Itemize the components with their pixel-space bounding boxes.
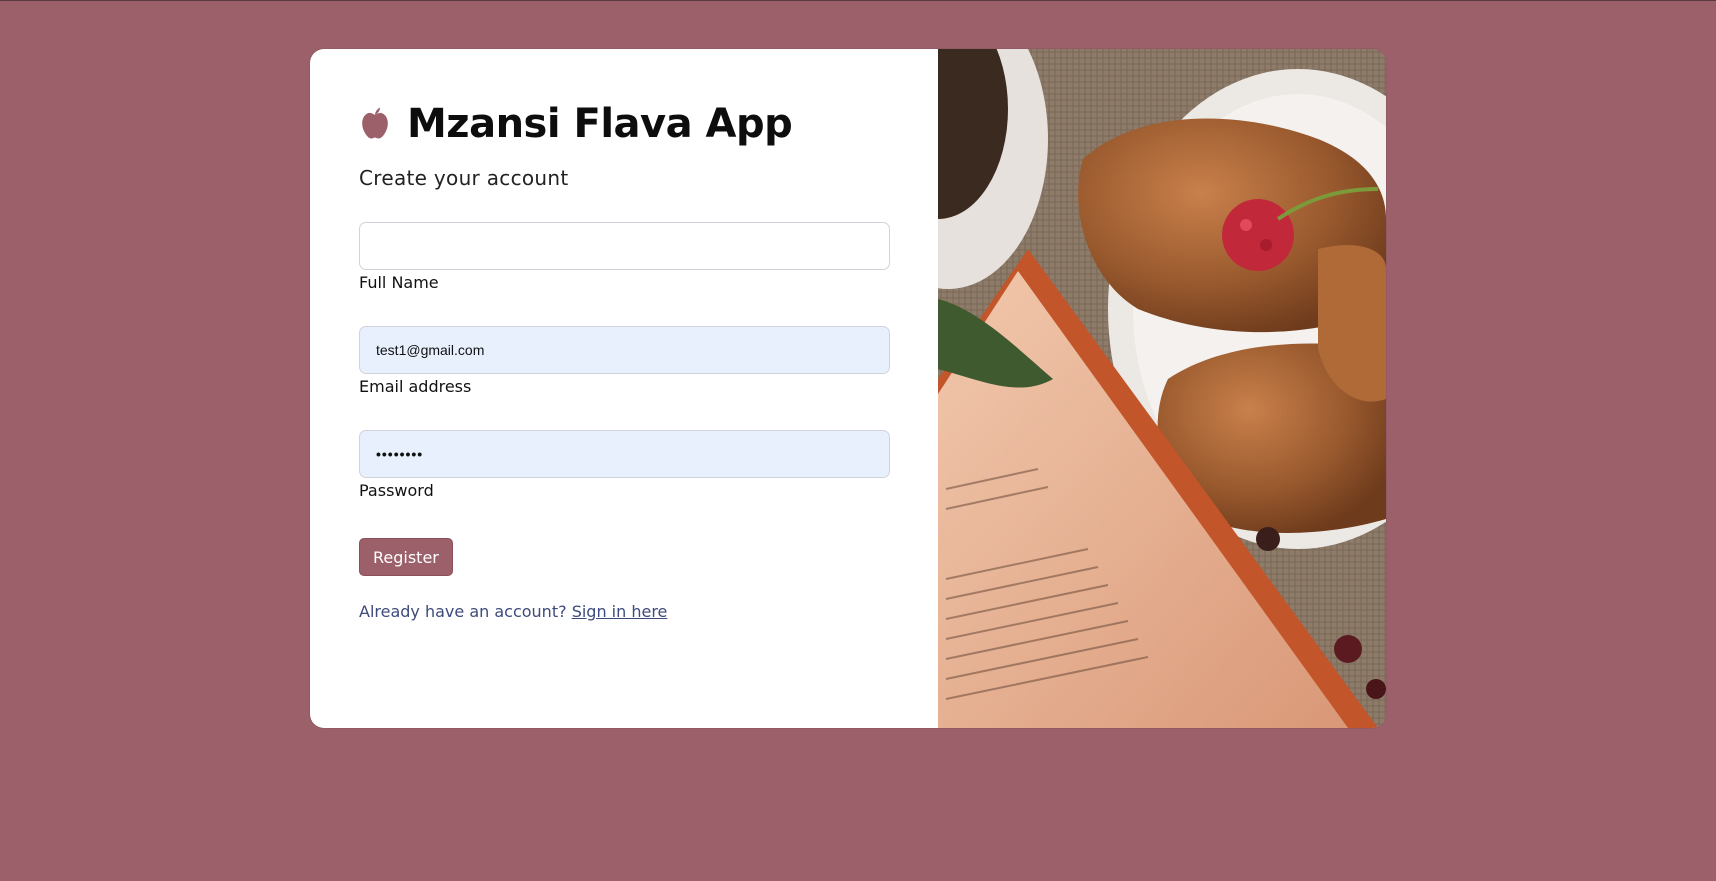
signin-prompt: Already have an account? Sign in here [359,602,667,621]
full-name-label: Full Name [359,273,439,292]
app-title: Mzansi Flava App [407,101,793,147]
sign-in-link[interactable]: Sign in here [572,602,668,621]
brand-header: Mzansi Flava App [359,101,793,147]
email-group: Email address [359,326,890,396]
email-label: Email address [359,377,472,396]
full-name-group: Full Name [359,222,890,292]
full-name-input[interactable] [359,222,890,270]
register-card: Mzansi Flava App Create your account Ful… [310,49,1386,728]
password-label: Password [359,481,434,500]
email-input[interactable] [359,326,890,374]
apple-icon [359,106,391,142]
food-photo-illustration [938,49,1386,728]
register-button[interactable]: Register [359,538,453,576]
password-group: Password [359,430,890,500]
food-photo [938,49,1386,728]
signin-prompt-text: Already have an account? [359,602,567,621]
register-form-pane: Mzansi Flava App Create your account Ful… [310,49,938,728]
form-subtitle: Create your account [359,166,569,190]
window-top-border [0,0,1716,1]
password-input[interactable] [359,430,890,478]
